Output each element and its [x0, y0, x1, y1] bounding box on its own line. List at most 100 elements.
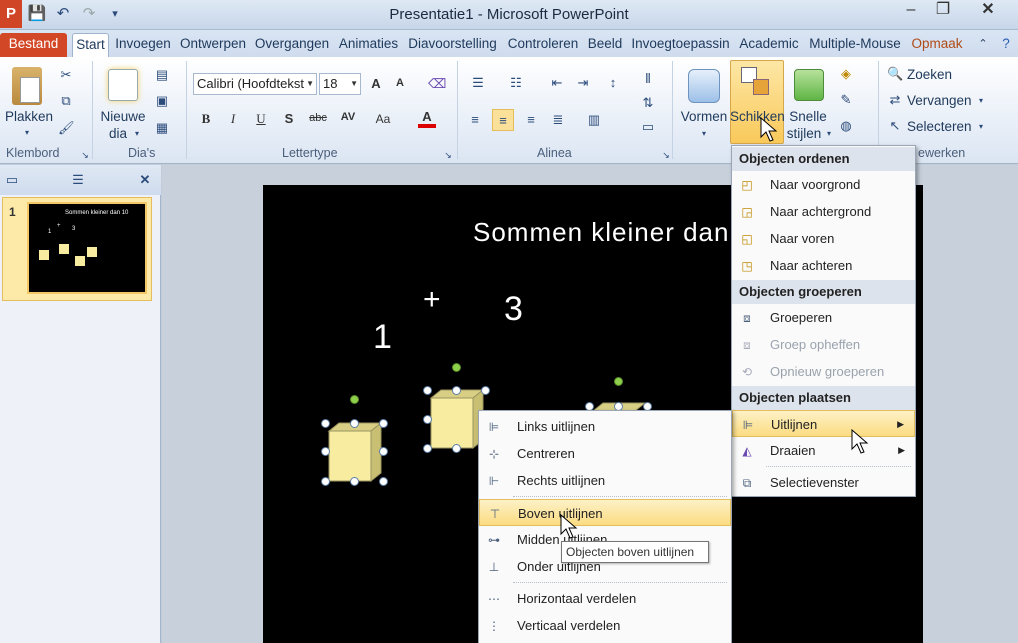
resize-handle[interactable] — [379, 447, 388, 456]
align-text-icon[interactable]: ▭ — [640, 119, 656, 135]
tab-opmaak[interactable]: Opmaak — [908, 33, 966, 57]
tab-invoegen[interactable]: Invoegen — [113, 33, 173, 57]
new-slide-dropdown-icon[interactable]: ▾ — [129, 126, 145, 142]
shapes-button[interactable]: Vormen — [680, 109, 728, 125]
resize-handle[interactable] — [321, 419, 330, 428]
italic-button[interactable]: I — [224, 111, 242, 127]
replace-icon[interactable]: ⇄ — [887, 92, 903, 108]
replace-dropdown-icon[interactable]: ▾ — [973, 93, 989, 109]
tab-diavoorstelling[interactable]: Diavoorstelling — [405, 33, 500, 57]
slide-plus[interactable]: + — [423, 283, 441, 317]
resize-handle[interactable] — [379, 419, 388, 428]
menu-item-bring-to-front[interactable]: ◰ Naar voorgrond — [732, 171, 915, 198]
menu-item-bring-forward[interactable]: ◱ Naar voren — [732, 225, 915, 252]
new-slide-icon[interactable] — [108, 69, 138, 101]
line-spacing-icon[interactable]: ↕ — [605, 75, 621, 91]
menu-item-selection-pane[interactable]: ⧉ Selectievenster — [732, 469, 915, 496]
quick-styles-line2[interactable]: stijlen — [784, 126, 824, 142]
cube-shape[interactable] — [323, 421, 387, 485]
font-size-combo[interactable]: 18 ▼ — [319, 73, 361, 95]
arrange-icon[interactable] — [741, 67, 771, 97]
text-direction-icon[interactable]: ⇅ — [640, 95, 656, 111]
slide-thumbnail[interactable]: Sommen kleiner dan 10 1 + 3 — [27, 202, 147, 294]
font-color-button[interactable]: A — [418, 109, 436, 128]
paste-dropdown-icon[interactable]: ▾ — [19, 125, 35, 141]
change-case-button[interactable]: Aa — [372, 112, 394, 126]
klembord-launcher-icon[interactable]: ↘ — [77, 147, 93, 163]
minimize-ribbon-icon[interactable]: ⌃ — [974, 33, 992, 57]
tab-controleren[interactable]: Controleren — [505, 33, 581, 57]
restore-button[interactable]: ❐ — [928, 0, 958, 22]
shape-fill-icon[interactable]: ◈ — [838, 66, 854, 82]
outline-tab-icon[interactable]: ☰ — [70, 172, 86, 188]
resize-handle[interactable] — [350, 477, 359, 486]
decrease-indent-icon[interactable]: ⇤ — [549, 75, 565, 91]
columns-icon[interactable]: ⫴ — [640, 71, 656, 87]
clear-format-icon[interactable]: ⌫ — [428, 76, 446, 92]
menu-item-align[interactable]: ⊫ Uitlijnen ▶ — [732, 410, 915, 437]
font-name-combo[interactable]: Calibri (Hoofdtekst ▼ — [193, 73, 317, 95]
menu-item-distribute-horizontal[interactable]: ⋯ Horizontaal verdelen — [479, 585, 731, 612]
reset-icon[interactable]: ▣ — [154, 93, 170, 109]
format-painter-icon[interactable]: 🖌 — [58, 120, 75, 136]
menu-item-send-to-back[interactable]: ◲ Naar achtergrond — [732, 198, 915, 225]
text-columns-icon[interactable]: ▥ — [586, 112, 602, 128]
find-button[interactable]: Zoeken — [907, 67, 957, 83]
tab-invoegtoepassingen[interactable]: Invoegtoepassin — [629, 33, 732, 57]
tab-multiple-mouse[interactable]: Multiple-Mouse — [806, 33, 904, 57]
menu-item-distribute-vertical[interactable]: ⋮ Verticaal verdelen — [479, 612, 731, 639]
slide-number-3[interactable]: 3 — [504, 290, 523, 329]
shadow-button[interactable]: S — [280, 111, 298, 126]
layout-icon[interactable]: ▤ — [154, 67, 170, 83]
menu-item-ungroup[interactable]: ⧈ Groep opheffen — [732, 331, 915, 358]
grow-font-icon[interactable]: A — [367, 76, 385, 91]
menu-item-send-backward[interactable]: ◳ Naar achteren — [732, 252, 915, 279]
menu-item-align-right[interactable]: ⊩ Rechts uitlijnen — [479, 467, 731, 494]
tab-animaties[interactable]: Animaties — [336, 33, 401, 57]
resize-handle[interactable] — [350, 419, 359, 428]
section-icon[interactable]: ▦ — [154, 120, 170, 136]
cut-icon[interactable]: ✂ — [58, 67, 74, 83]
menu-item-group[interactable]: ⧈ Groeperen — [732, 304, 915, 331]
select-icon[interactable]: ↖ — [887, 118, 903, 134]
shape-effects-icon[interactable]: ◍ — [838, 118, 854, 134]
resize-handle[interactable] — [452, 386, 461, 395]
close-button[interactable]: ✕ — [966, 0, 1010, 22]
quick-styles-dropdown-icon[interactable]: ▾ — [821, 126, 837, 142]
shape-outline-icon[interactable]: ✎ — [838, 92, 854, 108]
resize-handle[interactable] — [423, 415, 432, 424]
menu-item-align-left[interactable]: ⊫ Links uitlijnen — [479, 413, 731, 440]
shrink-font-icon[interactable]: A — [391, 77, 409, 89]
select-button[interactable]: Selecteren — [907, 119, 977, 135]
slide-title[interactable]: Sommen kleiner dan 1 — [473, 217, 753, 248]
shapes-icon[interactable] — [688, 69, 720, 103]
align-center-icon[interactable]: ≡ — [492, 109, 514, 131]
resize-handle[interactable] — [423, 444, 432, 453]
tab-bestand[interactable]: Bestand — [0, 33, 67, 57]
minimize-button[interactable]: – — [896, 0, 926, 22]
replace-button[interactable]: Vervangen — [907, 93, 977, 109]
quick-styles-line1[interactable]: Snelle — [786, 109, 830, 125]
slide-number-1[interactable]: 1 — [373, 318, 392, 357]
resize-handle[interactable] — [481, 386, 490, 395]
paste-icon[interactable] — [12, 67, 42, 105]
resize-handle[interactable] — [423, 386, 432, 395]
rotation-handle[interactable] — [350, 395, 359, 404]
resize-handle[interactable] — [321, 447, 330, 456]
align-left-icon[interactable]: ≡ — [467, 112, 483, 128]
tab-beeld[interactable]: Beeld — [586, 33, 624, 57]
resize-handle[interactable] — [452, 444, 461, 453]
tab-start[interactable]: Start — [72, 33, 109, 57]
tab-academic[interactable]: Academic — [736, 33, 802, 57]
resize-handle[interactable] — [321, 477, 330, 486]
paste-button[interactable]: Plakken — [5, 109, 53, 125]
close-pane-icon[interactable]: ✕ — [137, 172, 153, 188]
bullets-icon[interactable]: ☰ — [470, 75, 486, 91]
shapes-dropdown-icon[interactable]: ▾ — [696, 126, 712, 142]
select-dropdown-icon[interactable]: ▾ — [973, 119, 989, 135]
menu-item-regroup[interactable]: ⟲ Opnieuw groeperen — [732, 358, 915, 385]
underline-button[interactable]: U — [252, 111, 270, 127]
bold-button[interactable]: B — [197, 111, 215, 127]
new-slide-button-line1[interactable]: Nieuwe — [98, 109, 148, 125]
increase-indent-icon[interactable]: ⇥ — [575, 75, 591, 91]
